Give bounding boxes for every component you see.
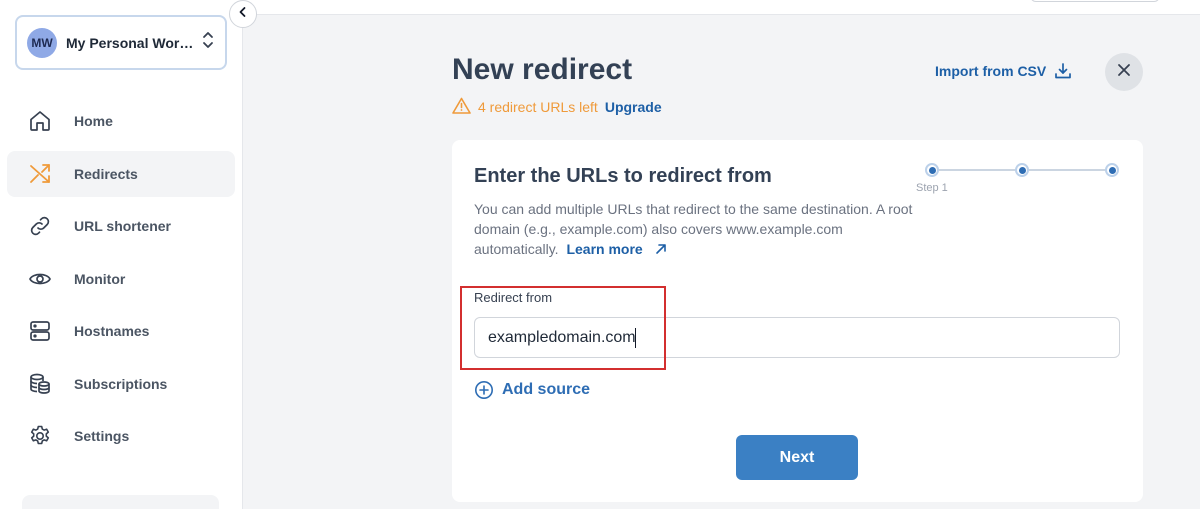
top-bar	[243, 0, 1200, 15]
sidebar-item-home[interactable]: Home	[7, 98, 235, 144]
learn-more-link[interactable]: Learn more	[566, 241, 642, 257]
import-csv-label: Import from CSV	[935, 63, 1047, 79]
redirect-from-label: Redirect from	[474, 290, 553, 305]
step-1-dot	[925, 163, 939, 177]
sidebar-item-redirects[interactable]: Redirects	[7, 150, 235, 197]
sidebar-item-label: Subscriptions	[74, 375, 168, 392]
text-cursor	[635, 328, 636, 348]
warning-icon	[452, 97, 471, 117]
step-2-dot	[1015, 163, 1029, 177]
sidebar-nav: Home Redirects URL shortener Monitor Hos…	[7, 98, 235, 466]
workspace-avatar: MW	[27, 27, 57, 58]
chevron-left-icon	[237, 5, 249, 23]
download-icon	[1055, 63, 1072, 79]
card-description: You can add multiple URLs that redirect …	[474, 199, 929, 260]
eye-icon	[27, 266, 53, 292]
add-source-label: Add source	[502, 381, 591, 398]
step-label: Step 1	[916, 182, 948, 194]
external-arrow-icon	[655, 240, 667, 260]
server-icon	[27, 318, 53, 344]
sidebar-item-label: Hostnames	[74, 323, 150, 339]
sidebar: MW My Personal Workspace Home Redirects …	[0, 0, 243, 509]
sidebar-item-monitor[interactable]: Monitor	[7, 256, 235, 302]
sidebar-item-subscriptions[interactable]: Subscriptions	[7, 361, 235, 407]
redirect-form-card: Enter the URLs to redirect from Step 1 Y…	[452, 140, 1143, 502]
sidebar-item-label: URL shortener	[74, 218, 171, 234]
gear-icon	[27, 423, 53, 449]
quota-notice: 4 redirect URLs left Upgrade	[452, 97, 662, 117]
home-icon	[27, 108, 53, 134]
upgrade-link[interactable]: Upgrade	[605, 99, 662, 115]
sidebar-item-url-shortener[interactable]: URL shortener	[7, 203, 235, 249]
import-csv-button[interactable]: Import from CSV	[935, 62, 1072, 80]
description-text: You can add multiple URLs that redirect …	[474, 201, 913, 257]
sidebar-item-label: Home	[74, 113, 113, 129]
sidebar-item-hostnames[interactable]: Hostnames	[7, 308, 235, 354]
next-button[interactable]: Next	[736, 435, 858, 480]
coins-icon	[27, 371, 53, 397]
page-title: New redirect	[452, 53, 633, 86]
shuffle-icon	[27, 161, 53, 187]
collapse-sidebar-button[interactable]	[229, 0, 257, 28]
sidebar-item-label: Redirects	[74, 165, 138, 182]
link-icon	[27, 213, 53, 239]
quota-text: 4 redirect URLs left	[478, 99, 598, 115]
card-title: Enter the URLs to redirect from	[474, 165, 772, 187]
close-button[interactable]	[1105, 53, 1143, 91]
sidebar-item-settings[interactable]: Settings	[7, 413, 235, 459]
add-source-button[interactable]: Add source	[474, 380, 590, 400]
step-3-dot	[1105, 163, 1119, 177]
stepper: Step 1	[916, 162, 1125, 202]
plus-circle-icon	[475, 381, 493, 399]
close-icon	[1117, 63, 1131, 82]
redirect-from-input[interactable]	[474, 317, 1120, 358]
sidebar-footer-card	[22, 495, 219, 509]
top-bar-button[interactable]	[1030, 0, 1160, 2]
workspace-switcher[interactable]: MW My Personal Workspace	[15, 15, 227, 70]
chevron-up-down-icon	[201, 29, 215, 56]
sidebar-item-label: Settings	[74, 428, 130, 444]
sidebar-item-label: Monitor	[74, 270, 126, 287]
workspace-name: My Personal Workspace	[66, 34, 196, 51]
